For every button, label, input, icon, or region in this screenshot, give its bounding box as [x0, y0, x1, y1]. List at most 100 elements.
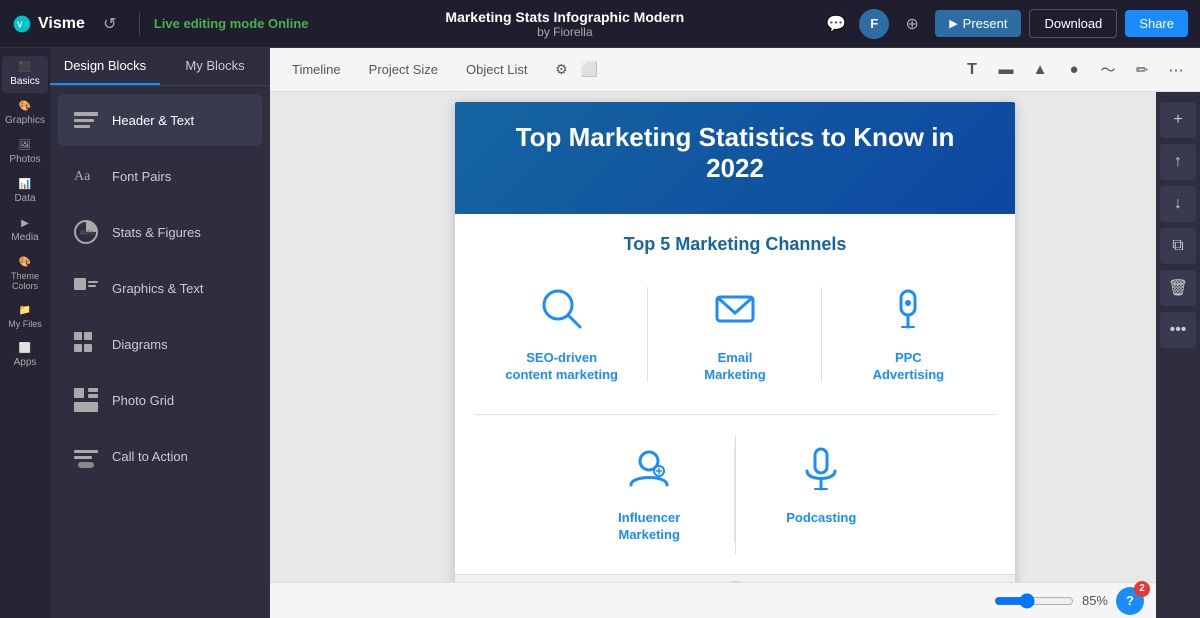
sidebar-item-my-files[interactable]: 📁 My Files	[2, 299, 48, 335]
basics-label: Basics	[10, 76, 39, 87]
topbar: V Visme ↺ Live editing mode Online Marke…	[0, 0, 1200, 48]
zoom-level: 85%	[1082, 593, 1108, 608]
panel-item-call-to-action-label: Call to Action	[112, 449, 188, 464]
panel-tabs: Design Blocks My Blocks	[50, 48, 270, 86]
theme-colors-icon: 🎨	[19, 257, 31, 268]
visme-wordmark: Visme	[38, 15, 85, 33]
notification-badge: 2	[1134, 581, 1150, 597]
seo-label: SEO-driven content marketing	[485, 350, 638, 384]
canvas[interactable]: Top Marketing Statistics to Know in 2022…	[455, 102, 1015, 618]
tab-timeline[interactable]: Timeline	[280, 56, 353, 83]
frame-icon-button[interactable]: ⬜	[577, 58, 601, 82]
delete-button[interactable]: 🗑	[1160, 270, 1196, 306]
toolbar-tabs: Timeline Project Size Object List	[280, 56, 539, 83]
photo-grid-icon	[70, 384, 102, 416]
apps-icon: ⬜	[19, 343, 31, 354]
panel-item-stats-figures[interactable]: 40% Stats & Figures	[58, 206, 262, 258]
duplicate-button[interactable]: ⧉	[1160, 228, 1196, 264]
logo[interactable]: V Visme	[12, 14, 85, 34]
theme-colors-label: Theme Colors	[4, 271, 46, 291]
present-button[interactable]: Present	[935, 10, 1021, 37]
tab-object-list[interactable]: Object List	[454, 56, 539, 83]
more-options-button[interactable]: •••	[1160, 312, 1196, 348]
channel-email: Email Marketing	[648, 275, 821, 394]
panel-item-call-to-action[interactable]: Call to Action	[58, 430, 262, 482]
infographic-title: Top Marketing Statistics to Know in 2022	[485, 122, 985, 184]
avatar[interactable]: F	[859, 9, 889, 39]
canvas-container[interactable]: Top Marketing Statistics to Know in 2022…	[270, 92, 1200, 618]
photos-label: Photos	[9, 154, 40, 165]
ppc-icon	[832, 285, 985, 342]
sidebar-item-theme-colors[interactable]: 🎨 Theme Colors	[2, 251, 48, 297]
basics-icon: ⬛	[19, 62, 31, 73]
move-up-button[interactable]: ↑	[1160, 144, 1196, 180]
settings-icon-button[interactable]: ⚙	[549, 58, 573, 82]
data-label: Data	[14, 193, 35, 204]
media-icon: ▶	[21, 218, 29, 229]
sidebar-item-basics[interactable]: ⬛ Basics	[2, 56, 48, 93]
panel-item-photo-grid-label: Photo Grid	[112, 393, 174, 408]
download-button[interactable]: Download	[1029, 9, 1117, 38]
apps-label: Apps	[14, 357, 37, 368]
tab-my-blocks[interactable]: My Blocks	[160, 48, 270, 85]
undo-button[interactable]: ↺	[95, 9, 125, 39]
add-block-button[interactable]: +	[1160, 102, 1196, 138]
tab-design-blocks[interactable]: Design Blocks	[50, 48, 160, 85]
graphics-text-icon	[70, 272, 102, 304]
my-files-icon: 📁	[19, 305, 31, 316]
pen-tool-button[interactable]: ✏	[1128, 56, 1156, 84]
channels-bottom-row: Influencer Marketing	[475, 415, 995, 554]
sidebar-item-apps[interactable]: ⬜ Apps	[2, 337, 48, 374]
panel-item-font-pairs-label: Font Pairs	[112, 169, 171, 184]
panel-item-photo-grid[interactable]: Photo Grid	[58, 374, 262, 426]
path-tool-button[interactable]: 〜	[1094, 56, 1122, 84]
graphics-icon: 🎨	[19, 101, 31, 112]
toolbar: Timeline Project Size Object List ⚙ ⬜ T …	[270, 48, 1200, 92]
email-label: Email Marketing	[658, 350, 811, 384]
share-collaborator-button[interactable]: ⊕	[897, 9, 927, 39]
panel-items-list: Header & Text Aa Font Pairs 40% Stats & …	[50, 86, 270, 618]
panel-item-font-pairs[interactable]: Aa Font Pairs	[58, 150, 262, 202]
media-label: Media	[11, 232, 38, 243]
diagrams-icon	[70, 328, 102, 360]
zoom-slider[interactable]	[994, 593, 1074, 609]
panel-item-header-text-label: Header & Text	[112, 113, 194, 128]
more-tools-button[interactable]: ⋯	[1162, 56, 1190, 84]
podcasting-icon	[746, 445, 897, 502]
ppc-label: PPC Advertising	[832, 350, 985, 384]
graphics-label: Graphics	[5, 115, 45, 126]
panel-item-diagrams[interactable]: Diagrams	[58, 318, 262, 370]
stats-figures-icon: 40%	[70, 216, 102, 248]
sidebar-item-graphics[interactable]: 🎨 Graphics	[2, 95, 48, 132]
panel-item-stats-figures-label: Stats & Figures	[112, 225, 201, 240]
rectangle-tool-button[interactable]: ▬	[992, 56, 1020, 84]
infographic-header: Top Marketing Statistics to Know in 2022	[455, 102, 1015, 214]
icon-bar: ⬛ Basics 🎨 Graphics 🖼 Photos 📊 Data ▶ Me…	[0, 48, 50, 618]
share-button[interactable]: Share	[1125, 10, 1188, 37]
comment-button[interactable]: 💬	[821, 9, 851, 39]
panel-item-graphics-text-label: Graphics & Text	[112, 281, 204, 296]
tab-project-size[interactable]: Project Size	[357, 56, 450, 83]
design-blocks-panel: Design Blocks My Blocks Header & Text Aa…	[50, 48, 270, 618]
channel-influencer: Influencer Marketing	[563, 435, 735, 554]
circle-tool-button[interactable]: ●	[1060, 56, 1088, 84]
sidebar-item-media[interactable]: ▶ Media	[2, 212, 48, 249]
sidebar-item-photos[interactable]: 🖼 Photos	[2, 134, 48, 171]
podcasting-label: Podcasting	[746, 510, 897, 527]
project-info: Marketing Stats Infographic Modern by Fi…	[318, 9, 811, 39]
panel-item-graphics-text[interactable]: Graphics & Text	[58, 262, 262, 314]
panel-item-diagrams-label: Diagrams	[112, 337, 168, 352]
panel-item-header-text[interactable]: Header & Text	[58, 94, 262, 146]
channel-seo: SEO-driven content marketing	[475, 275, 648, 394]
project-title: Marketing Stats Infographic Modern	[318, 9, 811, 25]
call-to-action-icon	[70, 440, 102, 472]
help-button[interactable]: ?2	[1116, 587, 1144, 615]
header-text-icon	[70, 104, 102, 136]
triangle-tool-button[interactable]: ▲	[1026, 56, 1054, 84]
separator	[139, 12, 140, 36]
sidebar-item-data[interactable]: 📊 Data	[2, 173, 48, 210]
font-pairs-icon: Aa	[70, 160, 102, 192]
text-tool-button[interactable]: T	[958, 56, 986, 84]
bottom-bar: 85% ?2	[270, 582, 1156, 618]
move-down-button[interactable]: ↓	[1160, 186, 1196, 222]
